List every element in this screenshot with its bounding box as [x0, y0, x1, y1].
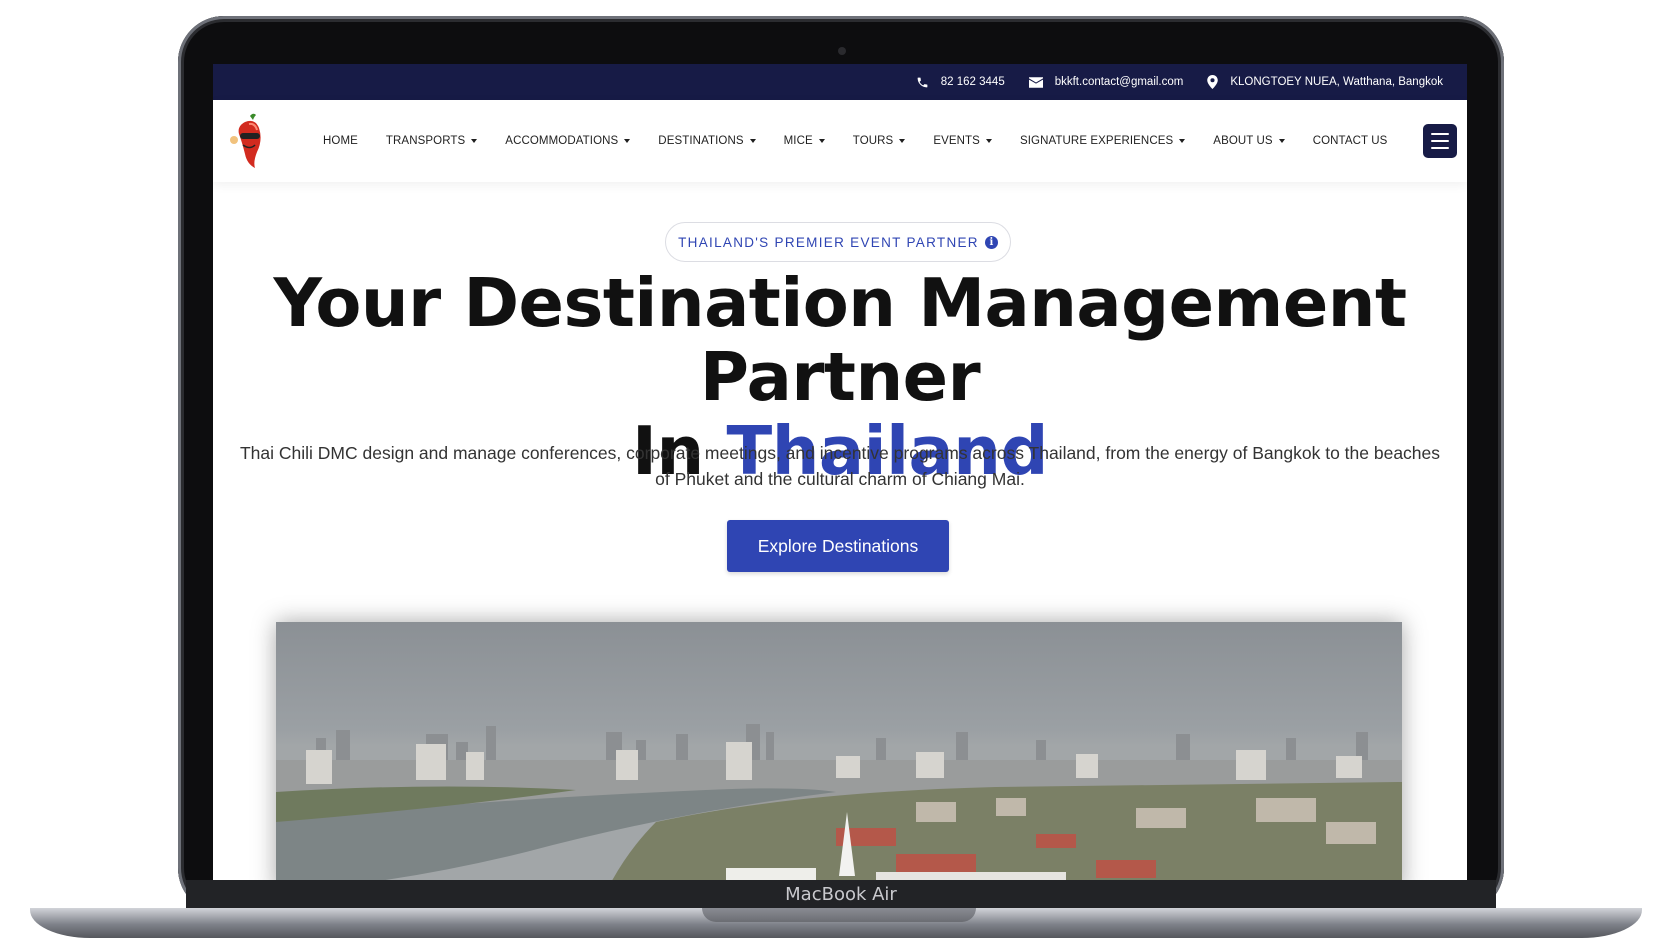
headline-line-1: Your Destination Management Partner	[273, 264, 1407, 416]
hamburger-line	[1431, 147, 1449, 149]
nav-item-contact-us[interactable]: CONTACT US	[1313, 135, 1388, 147]
hero-city-image	[276, 622, 1402, 880]
caret-down-icon	[1278, 139, 1285, 143]
hero-subtext: Thai Chili DMC design and manage confere…	[239, 443, 1441, 489]
top-info-bar: 82 162 3445 bkkft.contact@gmail.com KLON…	[213, 64, 1467, 100]
caret-down-icon	[985, 139, 992, 143]
phone-number: 82 162 3445	[940, 76, 1005, 88]
hamburger-menu-button[interactable]	[1423, 124, 1457, 158]
email-info[interactable]: bkkft.contact@gmail.com	[1028, 76, 1184, 88]
nav-item-events[interactable]: EVENTS	[933, 135, 992, 147]
hero-badge: THAILAND'S PREMIER EVENT PARTNER i	[665, 222, 1011, 262]
address-text: KLONGTOEY NUEA, Watthana, Bangkok	[1230, 76, 1443, 88]
caret-down-icon	[471, 139, 478, 143]
hamburger-line	[1431, 140, 1449, 142]
browser-screen: 82 162 3445 bkkft.contact@gmail.com KLON…	[213, 64, 1467, 880]
email-address: bkkft.contact@gmail.com	[1054, 76, 1184, 88]
explore-destinations-button[interactable]: Explore Destinations	[727, 520, 949, 572]
nav-item-destinations[interactable]: DESTINATIONS	[658, 135, 756, 147]
city-skyline-graphic	[276, 724, 1402, 880]
nav-menu: HOME TRANSPORTS ACCOMMODATIONS DESTINATI…	[323, 100, 1415, 182]
device-label: MacBook Air	[186, 880, 1496, 910]
caret-down-icon	[818, 139, 825, 143]
nav-item-signature-experiences[interactable]: SIGNATURE EXPERIENCES	[1020, 135, 1186, 147]
info-icon: i	[984, 235, 998, 249]
main-nav: HOME TRANSPORTS ACCOMMODATIONS DESTINATI…	[213, 100, 1467, 182]
caret-down-icon	[1179, 139, 1186, 143]
nav-item-tours[interactable]: TOURS	[853, 135, 906, 147]
nav-item-home[interactable]: HOME	[323, 135, 358, 147]
map-pin-icon	[1207, 75, 1219, 89]
caret-down-icon	[899, 139, 906, 143]
phone-info[interactable]: 82 162 3445	[916, 76, 1005, 89]
camera-icon	[838, 47, 846, 55]
envelope-icon	[1028, 76, 1043, 88]
nav-item-about-us[interactable]: ABOUT US	[1213, 135, 1285, 147]
chili-logo[interactable]	[225, 112, 271, 170]
phone-icon	[917, 77, 928, 87]
caret-down-icon	[624, 139, 631, 143]
nav-item-mice[interactable]: MICE	[784, 135, 825, 147]
hero-badge-text: THAILAND'S PREMIER EVENT PARTNER	[678, 234, 979, 250]
nav-item-accommodations[interactable]: ACCOMMODATIONS	[505, 135, 631, 147]
laptop-notch	[702, 908, 976, 922]
caret-down-icon	[749, 139, 756, 143]
nav-item-transports[interactable]: TRANSPORTS	[386, 135, 478, 147]
address-info[interactable]: KLONGTOEY NUEA, Watthana, Bangkok	[1207, 75, 1443, 89]
hamburger-line	[1431, 133, 1449, 135]
